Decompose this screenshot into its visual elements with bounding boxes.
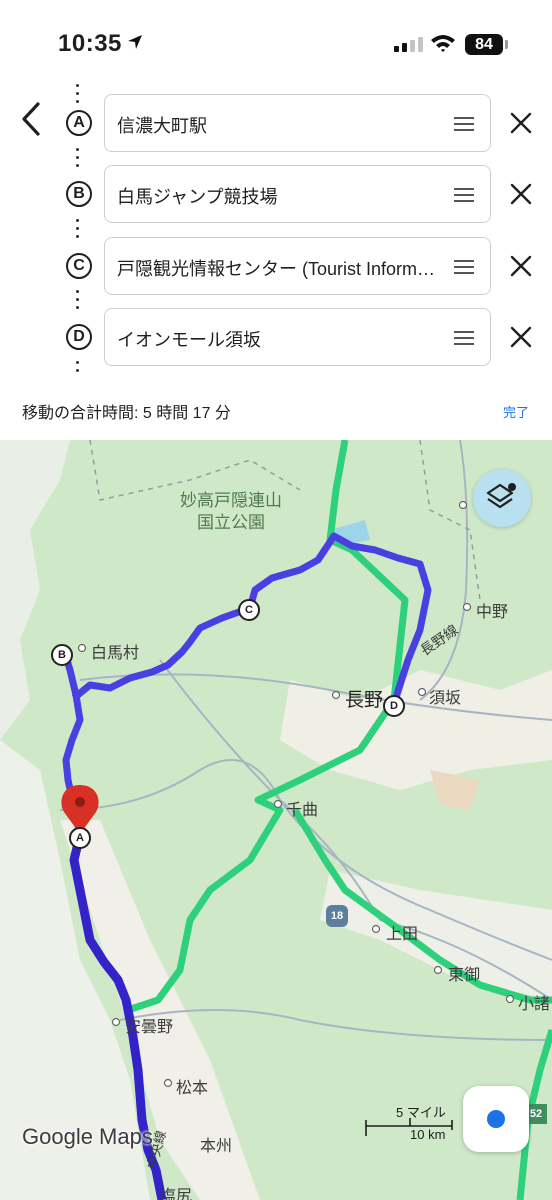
- close-icon[interactable]: [508, 181, 534, 207]
- close-icon[interactable]: [508, 253, 534, 279]
- map-label-komoro: 小諸: [518, 996, 551, 1013]
- stop-name[interactable]: 戸隠観光情報センター (Tourist Information Center): [117, 255, 442, 281]
- drag-handle-icon[interactable]: [454, 260, 474, 278]
- stop-name[interactable]: 信濃大町駅: [117, 112, 442, 138]
- route-marker-a[interactable]: A: [69, 827, 91, 849]
- scale-km: 10 km: [410, 1127, 446, 1142]
- back-arrow-icon[interactable]: [18, 100, 46, 138]
- my-location-icon: [487, 1110, 505, 1128]
- stop-name[interactable]: イオンモール須坂: [117, 326, 442, 352]
- stop-connector: [76, 84, 80, 108]
- map-label-shiojiri: 塩尻: [160, 1188, 193, 1200]
- stop-letter-d: D: [66, 324, 92, 350]
- drag-handle-icon[interactable]: [454, 188, 474, 206]
- route-marker-d[interactable]: D: [383, 695, 405, 717]
- stop-connector: [76, 148, 80, 172]
- stop-name[interactable]: 白馬ジャンプ競技場: [117, 183, 442, 209]
- map-label-ueda: 上田: [386, 926, 419, 943]
- map-label-hakuba: 白馬村: [91, 645, 140, 662]
- location-arrow-icon: [128, 35, 142, 49]
- my-location-button[interactable]: [463, 1086, 529, 1152]
- stop-connector: [76, 219, 80, 243]
- drag-handle-icon[interactable]: [454, 331, 474, 349]
- layers-button[interactable]: [473, 469, 531, 527]
- map-label-nakano: 中野: [476, 604, 509, 621]
- map-label-suzaka: 須坂: [429, 690, 462, 707]
- stop-field-c[interactable]: 戸隠観光情報センター (Tourist Information Center): [104, 237, 491, 295]
- map-label-park: 妙高戸隠連山 国立公園: [180, 491, 282, 532]
- status-bar: 10:35 84: [0, 0, 552, 80]
- map-label-chikuma: 千曲: [286, 802, 319, 819]
- route-shield: 18: [326, 905, 348, 927]
- stop-connector: [76, 361, 80, 377]
- stop-field-a[interactable]: 信濃大町駅: [104, 94, 491, 152]
- map-view[interactable]: 妙高戸隠連山 国立公園 白馬村 長野 須坂 中野 長野線 千曲 上田 東御 小諸…: [0, 440, 552, 1200]
- route-marker-c[interactable]: C: [238, 599, 260, 621]
- close-icon[interactable]: [508, 324, 534, 350]
- stop-letter-a: A: [66, 110, 92, 136]
- stop-field-d[interactable]: イオンモール須坂: [104, 308, 491, 366]
- layers-icon: [486, 483, 516, 509]
- map-label-nagano: 長野: [345, 690, 384, 711]
- wifi-icon: [431, 35, 455, 52]
- map-label-honshu: 本州: [200, 1138, 233, 1155]
- close-icon[interactable]: [508, 110, 534, 136]
- battery-tip: [505, 40, 508, 49]
- stop-field-b[interactable]: 白馬ジャンプ競技場: [104, 165, 491, 223]
- stop-letter-c: C: [66, 253, 92, 279]
- status-time: 10:35: [58, 30, 122, 57]
- drag-handle-icon[interactable]: [454, 117, 474, 135]
- map-label-matsumoto: 松本: [176, 1080, 209, 1097]
- map-label-azumino: 安曇野: [125, 1019, 174, 1036]
- stop-connector: [76, 290, 80, 314]
- battery-indicator: 84: [465, 34, 503, 55]
- route-marker-b[interactable]: B: [51, 644, 73, 666]
- google-maps-logo: Google Maps: [22, 1124, 153, 1149]
- done-button[interactable]: 完了: [503, 402, 529, 421]
- total-travel-time: 移動の合計時間: 5 時間 17 分: [22, 405, 231, 422]
- scale-miles: 5 マイル: [396, 1105, 446, 1120]
- stop-letter-b: B: [66, 181, 92, 207]
- cellular-signal-icon: [394, 37, 423, 52]
- map-label-tomi: 東御: [448, 967, 481, 984]
- map-canvas[interactable]: [0, 440, 552, 1200]
